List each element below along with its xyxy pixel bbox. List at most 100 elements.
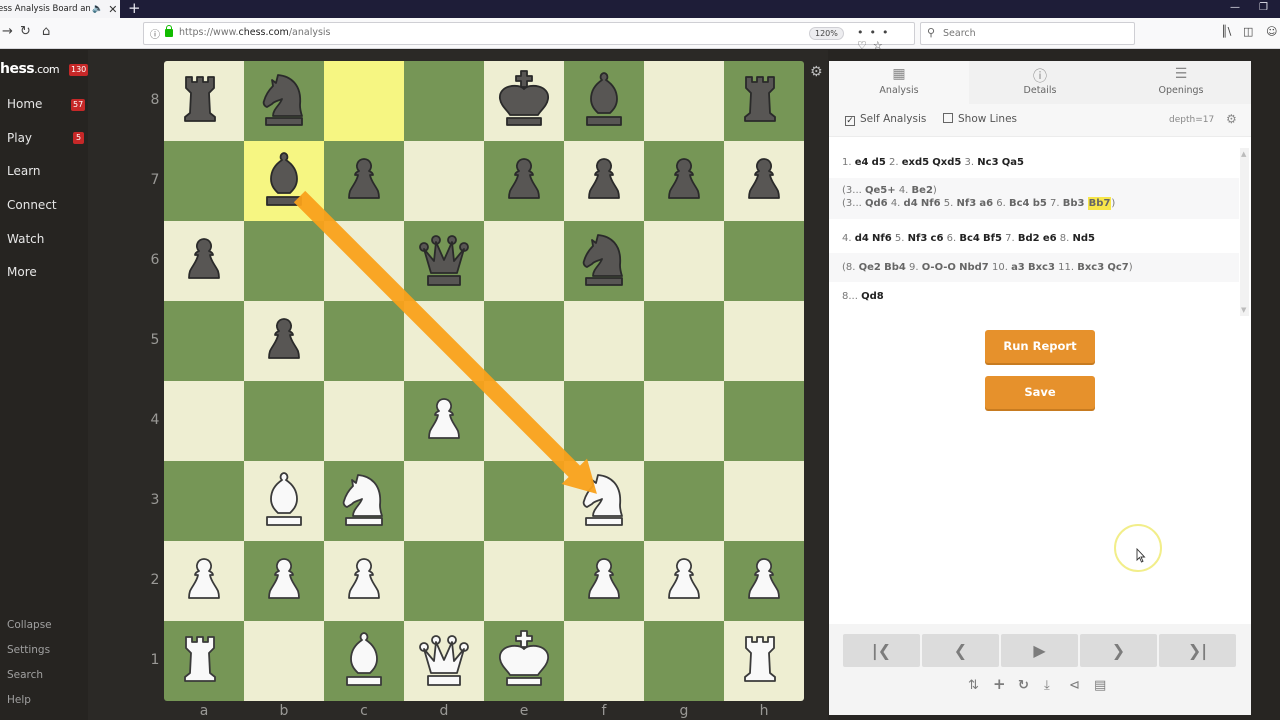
library-icon[interactable]: ║\ bbox=[1221, 25, 1231, 38]
square-a4[interactable] bbox=[164, 381, 244, 461]
move[interactable]: Nbd7 bbox=[959, 262, 989, 273]
square-f4[interactable] bbox=[564, 381, 644, 461]
move[interactable]: Nf6 bbox=[921, 198, 941, 209]
scroll-down-icon[interactable]: ▼ bbox=[1241, 306, 1246, 314]
white-knight-icon[interactable] bbox=[332, 469, 396, 533]
square-f1[interactable] bbox=[564, 621, 644, 701]
self-analysis-checkbox[interactable]: ✓ Self Analysis bbox=[845, 113, 926, 126]
black-knight-icon[interactable] bbox=[572, 229, 636, 293]
move[interactable]: Nd5 bbox=[1073, 233, 1096, 244]
square-a5[interactable] bbox=[164, 301, 244, 381]
square-d2[interactable] bbox=[404, 541, 484, 621]
white-pawn-icon[interactable] bbox=[332, 549, 396, 613]
move[interactable]: O-O-O bbox=[922, 262, 956, 273]
move[interactable]: Bb4 bbox=[884, 262, 906, 273]
download-icon[interactable]: ⤓ bbox=[1044, 678, 1050, 693]
current-move[interactable]: Bb7 bbox=[1087, 197, 1112, 210]
sidebar-toggle-icon[interactable]: ◫ bbox=[1243, 25, 1253, 38]
square-e8[interactable] bbox=[484, 61, 564, 141]
move[interactable]: d4 bbox=[855, 233, 869, 244]
square-c2[interactable] bbox=[324, 541, 404, 621]
black-pawn-icon[interactable] bbox=[252, 309, 316, 373]
pocket-icon[interactable]: ♡ bbox=[857, 39, 873, 52]
square-d7[interactable] bbox=[404, 141, 484, 221]
run-report-button[interactable]: Run Report bbox=[985, 330, 1095, 363]
black-bishop-icon[interactable] bbox=[252, 149, 316, 213]
move-list-scrollbar[interactable]: ▲ ▼ bbox=[1240, 148, 1249, 316]
black-pawn-icon[interactable] bbox=[572, 149, 636, 213]
black-knight-icon[interactable] bbox=[252, 69, 316, 133]
sidebar-help[interactable]: Help bbox=[7, 694, 31, 706]
move[interactable]: Nc3 bbox=[977, 157, 998, 168]
zoom-level-badge[interactable]: 120% bbox=[809, 27, 844, 40]
move[interactable]: Bxc3 bbox=[1028, 262, 1055, 273]
share-icon[interactable]: ⊲ bbox=[1069, 678, 1080, 693]
square-a3[interactable] bbox=[164, 461, 244, 541]
square-c3[interactable] bbox=[324, 461, 404, 541]
move[interactable]: Bc4 bbox=[1009, 198, 1030, 209]
square-e4[interactable] bbox=[484, 381, 564, 461]
tab-close-icon[interactable]: ✕ bbox=[108, 3, 117, 16]
square-h6[interactable] bbox=[724, 221, 804, 301]
move[interactable]: d4 bbox=[904, 198, 918, 209]
black-queen-icon[interactable] bbox=[412, 229, 476, 293]
white-bishop-icon[interactable] bbox=[252, 469, 316, 533]
info-icon[interactable]: ⓘ bbox=[150, 26, 160, 41]
black-pawn-icon[interactable] bbox=[492, 149, 556, 213]
move[interactable]: Qd6 bbox=[865, 198, 888, 209]
square-g8[interactable] bbox=[644, 61, 724, 141]
show-lines-checkbox[interactable]: Show Lines bbox=[943, 113, 1017, 125]
previous-move-button[interactable]: ❮ bbox=[922, 634, 999, 667]
more-actions-icon[interactable]: ••• bbox=[857, 26, 894, 39]
square-b3[interactable] bbox=[244, 461, 324, 541]
chess-board[interactable] bbox=[164, 61, 804, 701]
square-h3[interactable] bbox=[724, 461, 804, 541]
minimize-button[interactable]: — bbox=[1230, 0, 1240, 18]
black-king-icon[interactable] bbox=[492, 69, 556, 133]
white-bishop-icon[interactable] bbox=[332, 629, 396, 693]
sidebar-settings[interactable]: Settings bbox=[7, 644, 50, 656]
white-pawn-icon[interactable] bbox=[412, 389, 476, 453]
black-pawn-icon[interactable] bbox=[172, 229, 236, 293]
square-b6[interactable] bbox=[244, 221, 324, 301]
square-d1[interactable] bbox=[404, 621, 484, 701]
move[interactable]: Bf5 bbox=[983, 233, 1002, 244]
square-g7[interactable] bbox=[644, 141, 724, 221]
square-b1[interactable] bbox=[244, 621, 324, 701]
tab-details[interactable]: ⓘ Details bbox=[970, 61, 1110, 104]
move[interactable]: Nf6 bbox=[872, 233, 892, 244]
black-rook-icon[interactable] bbox=[172, 69, 236, 133]
sidebar-search[interactable]: Search bbox=[7, 669, 43, 681]
move[interactable]: Bd2 bbox=[1018, 233, 1040, 244]
white-king-icon[interactable] bbox=[492, 629, 556, 693]
white-pawn-icon[interactable] bbox=[252, 549, 316, 613]
move[interactable]: a6 bbox=[979, 198, 993, 209]
play-button[interactable]: ▶ bbox=[1001, 634, 1078, 667]
square-h8[interactable] bbox=[724, 61, 804, 141]
white-pawn-icon[interactable] bbox=[572, 549, 636, 613]
white-pawn-icon[interactable] bbox=[172, 549, 236, 613]
home-icon[interactable]: ⌂ bbox=[42, 24, 50, 39]
move[interactable]: Qa5 bbox=[1002, 157, 1024, 168]
square-e7[interactable] bbox=[484, 141, 564, 221]
tab-openings[interactable]: ☰ Openings bbox=[1111, 61, 1251, 104]
square-b8[interactable] bbox=[244, 61, 324, 141]
reload-icon[interactable]: ↻ bbox=[20, 24, 31, 39]
square-c6[interactable] bbox=[324, 221, 404, 301]
square-h1[interactable] bbox=[724, 621, 804, 701]
square-g1[interactable] bbox=[644, 621, 724, 701]
square-b4[interactable] bbox=[244, 381, 324, 461]
url-bar[interactable]: ⓘ https://www.chess.com/analysis 120% ••… bbox=[143, 22, 915, 52]
square-d8[interactable] bbox=[404, 61, 484, 141]
move[interactable]: c6 bbox=[931, 233, 944, 244]
move[interactable]: d5 bbox=[872, 157, 886, 168]
move[interactable]: Nf3 bbox=[908, 233, 928, 244]
square-a2[interactable] bbox=[164, 541, 244, 621]
browser-search-input[interactable] bbox=[943, 26, 1128, 41]
chess-logo[interactable]: hess.com bbox=[0, 61, 60, 77]
move[interactable]: Qd8 bbox=[861, 291, 884, 302]
square-f2[interactable] bbox=[564, 541, 644, 621]
speaker-icon[interactable]: 🔈 bbox=[92, 4, 103, 14]
board-settings-gear-icon[interactable]: ⚙ bbox=[810, 64, 823, 80]
square-h7[interactable] bbox=[724, 141, 804, 221]
